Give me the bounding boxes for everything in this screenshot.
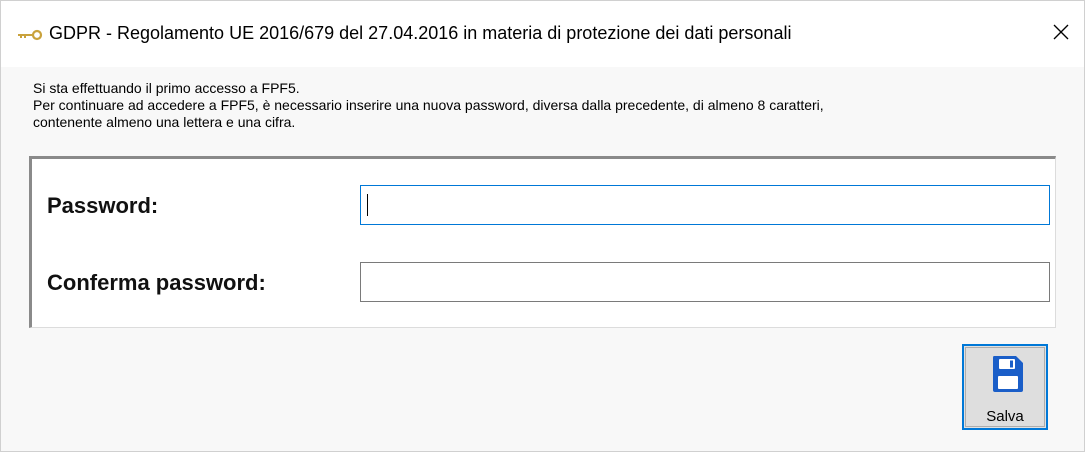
message-line: Per continuare ad accedere a FPF5, è nec…	[33, 97, 824, 113]
password-form: Password: Conferma password:	[29, 156, 1056, 328]
window-title: GDPR - Regolamento UE 2016/679 del 27.04…	[49, 23, 792, 43]
save-label: Salva	[986, 408, 1024, 425]
close-button[interactable]	[1038, 11, 1084, 57]
text-caret	[367, 194, 368, 216]
title-bar: GDPR - Regolamento UE 2016/679 del 27.04…	[1, 1, 1084, 67]
password-input[interactable]	[360, 185, 1050, 225]
close-icon	[1053, 24, 1069, 45]
confirm-password-input[interactable]	[360, 262, 1050, 302]
password-label: Password:	[47, 193, 159, 218]
confirm-password-label: Conferma password:	[47, 270, 266, 295]
instructions-message: Si sta effettuando il primo accesso a FP…	[33, 80, 1053, 131]
save-button[interactable]: Salva	[962, 344, 1048, 430]
save-button-face: Salva	[965, 347, 1045, 427]
message-line: Si sta effettuando il primo accesso a FP…	[33, 80, 300, 96]
dialog-window: GDPR - Regolamento UE 2016/679 del 27.04…	[0, 0, 1085, 452]
message-line: contenente almeno una lettera e una cifr…	[33, 114, 296, 130]
